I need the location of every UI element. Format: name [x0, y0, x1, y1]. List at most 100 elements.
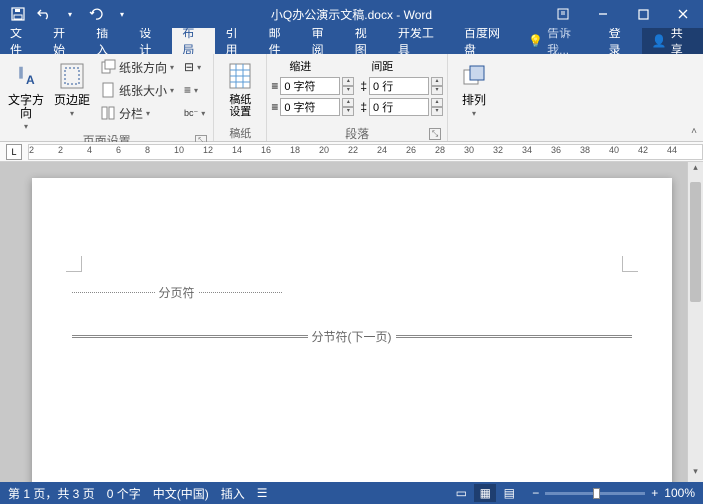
ribbon-options-icon[interactable] [543, 0, 583, 28]
margins-icon [56, 60, 88, 92]
manuscript-group-label: 稿纸 [218, 125, 262, 141]
window-title: 小Q办公演示文稿.docx - Word [271, 6, 432, 23]
columns-icon [100, 105, 116, 121]
text-direction-button[interactable]: ∥A 文字方向▾ [4, 56, 48, 132]
margins-button[interactable]: 页边距▾ [50, 56, 94, 119]
tab-insert[interactable]: 插入 [86, 28, 129, 54]
indent-right-icon: ≡ [271, 100, 278, 114]
collapse-ribbon-icon[interactable]: ˄ [691, 126, 697, 137]
spin-down-icon[interactable]: ▾ [431, 107, 443, 116]
redo-icon[interactable] [84, 2, 108, 26]
read-mode-icon[interactable]: ▭ [450, 484, 472, 502]
tab-view[interactable]: 视图 [345, 28, 388, 54]
status-mode[interactable]: 插入 [221, 485, 245, 502]
indent-right-field[interactable]: ≡ ▴▾ [271, 97, 354, 117]
indent-left-icon: ≡ [271, 79, 278, 93]
space-after-input[interactable] [369, 98, 429, 116]
spin-up-icon[interactable]: ▴ [342, 77, 354, 86]
spin-up-icon[interactable]: ▴ [342, 98, 354, 107]
undo-icon[interactable] [32, 2, 56, 26]
indent-right-input[interactable] [280, 98, 340, 116]
hyphenation-button[interactable]: bc⁻▾ [180, 102, 209, 124]
document-page[interactable]: 分页符 分节符(下一页) [32, 178, 672, 482]
quick-access-toolbar: ▾ ▾ [0, 2, 134, 26]
scroll-down-icon[interactable]: ▾ [688, 466, 703, 482]
margin-corner-icon [622, 256, 638, 272]
space-after-field[interactable]: ‡▴▾ [360, 97, 443, 117]
zoom-controls: − + 100% [532, 486, 695, 500]
close-icon[interactable] [663, 0, 703, 28]
spin-down-icon[interactable]: ▾ [342, 107, 354, 116]
tab-file[interactable]: 文件 [0, 28, 43, 54]
tab-baidu[interactable]: 百度网盘 [454, 28, 520, 54]
size-icon [100, 82, 116, 98]
tab-layout[interactable]: 布局 [172, 28, 215, 54]
zoom-handle[interactable] [593, 488, 600, 499]
space-before-field[interactable]: ‡▴▾ [360, 76, 443, 96]
tab-developer[interactable]: 开发工具 [388, 28, 454, 54]
group-arrange: 排列▾ [448, 54, 500, 141]
zoom-out-icon[interactable]: − [532, 486, 539, 500]
accessibility-icon[interactable]: ☰ [257, 486, 268, 500]
breaks-button[interactable]: ⊟▾ [180, 56, 209, 78]
size-button[interactable]: 纸张大小▾ [96, 79, 178, 101]
view-buttons: ▭ ▦ ▤ [450, 484, 520, 502]
status-words[interactable]: 0 个字 [107, 485, 141, 502]
tab-selector[interactable]: L [6, 144, 22, 160]
tab-design[interactable]: 设计 [129, 28, 172, 54]
indent-left-input[interactable] [280, 77, 340, 95]
tab-mailings[interactable]: 邮件 [259, 28, 302, 54]
status-language[interactable]: 中文(中国) [153, 485, 209, 502]
line-numbers-button[interactable]: ≡▾ [180, 79, 209, 101]
zoom-level[interactable]: 100% [664, 486, 695, 500]
breaks-icon: ⊟ [184, 60, 194, 74]
group-manuscript: 稿纸 设置 稿纸 [214, 54, 267, 141]
undo-dropdown-icon[interactable]: ▾ [58, 2, 82, 26]
qat-customize-icon[interactable]: ▾ [110, 2, 134, 26]
zoom-slider[interactable] [545, 492, 645, 495]
vertical-scrollbar[interactable]: ▴ ▾ [687, 162, 703, 482]
columns-button[interactable]: 分栏▾ [96, 102, 178, 124]
manuscript-icon [224, 60, 256, 92]
tab-references[interactable]: 引用 [215, 28, 258, 54]
login-button[interactable]: 登录 [599, 28, 642, 54]
paragraph-dialog-icon[interactable]: ⤡ [429, 128, 441, 140]
spin-down-icon[interactable]: ▾ [342, 86, 354, 95]
margins-label: 页边距 [54, 93, 90, 107]
horizontal-ruler[interactable]: 2246810121416182022242628303234363840424… [28, 144, 703, 160]
spin-down-icon[interactable]: ▾ [431, 86, 443, 95]
title-bar: ▾ ▾ 小Q办公演示文稿.docx - Word [0, 0, 703, 28]
orientation-label: 纸张方向 [119, 59, 167, 76]
tab-home[interactable]: 开始 [43, 28, 86, 54]
share-button[interactable]: 👤共享 [642, 28, 703, 54]
margin-corner-icon [66, 256, 82, 272]
zoom-in-icon[interactable]: + [651, 486, 658, 500]
status-page[interactable]: 第 1 页，共 3 页 [8, 485, 95, 502]
scrollbar-thumb[interactable] [690, 182, 701, 302]
tab-review[interactable]: 审阅 [302, 28, 345, 54]
page-break-marker: 分页符 [72, 284, 282, 301]
tell-me[interactable]: 💡告诉我... [520, 28, 598, 54]
spin-up-icon[interactable]: ▴ [431, 98, 443, 107]
minimize-icon[interactable] [583, 0, 623, 28]
svg-text:∥: ∥ [18, 65, 24, 79]
spin-up-icon[interactable]: ▴ [431, 77, 443, 86]
scroll-up-icon[interactable]: ▴ [688, 162, 703, 178]
space-before-input[interactable] [369, 77, 429, 95]
arrange-button[interactable]: 排列▾ [452, 56, 496, 119]
save-icon[interactable] [6, 2, 30, 26]
size-label: 纸张大小 [119, 82, 167, 99]
group-paragraph: 缩进 间距 ≡▴▾ ≡▴▾ ‡▴▾ ‡▴▾ 段落⤡ [267, 54, 448, 141]
arrange-icon [458, 60, 490, 92]
manuscript-button[interactable]: 稿纸 设置 [218, 56, 262, 118]
orientation-button[interactable]: 纸张方向▾ [96, 56, 178, 78]
print-layout-icon[interactable]: ▦ [474, 484, 496, 502]
web-layout-icon[interactable]: ▤ [498, 484, 520, 502]
ruler-bar: L 22468101214161820222426283032343638404… [0, 142, 703, 162]
indent-left-field[interactable]: ≡ ▴▾ [271, 76, 354, 96]
indent-header: 缩进 [289, 58, 311, 74]
maximize-icon[interactable] [623, 0, 663, 28]
share-label: 共享 [671, 24, 693, 58]
spacing-header: 间距 [371, 58, 393, 74]
lightbulb-icon: 💡 [528, 34, 543, 48]
